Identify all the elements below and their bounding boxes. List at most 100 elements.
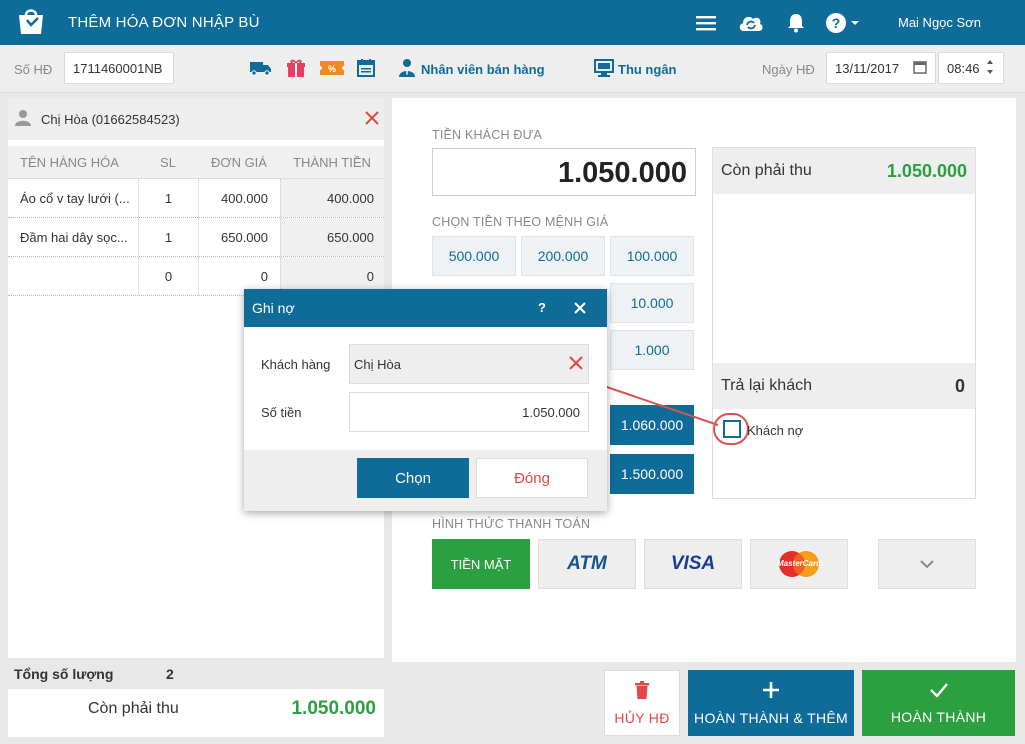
cart-remaining-box: Còn phải thu 1.050.000 — [8, 689, 384, 737]
bell-icon[interactable] — [783, 10, 809, 36]
plus-icon — [762, 681, 780, 702]
product-name — [20, 257, 138, 295]
payment-method-label: HÌNH THỨC THANH TOÁN — [432, 517, 591, 531]
payment-summary-box: Còn phải thu 1.050.000 Trả lại khách 0 K… — [712, 147, 976, 499]
trash-icon — [634, 680, 650, 702]
customer-bar: Chị Hòa (01662584523) — [8, 98, 384, 140]
denom-500000-button[interactable]: 500.000 — [432, 236, 516, 276]
gift-icon[interactable] — [285, 57, 307, 79]
debt-label[interactable]: Khách nợ — [747, 423, 803, 438]
product-name: Áo cổ v tay lưới (... — [20, 190, 130, 206]
remove-customer-icon[interactable] — [364, 110, 380, 129]
col-quantity[interactable]: SL — [138, 146, 198, 178]
dialog-amount-input[interactable]: 1.050.000 — [349, 392, 589, 432]
dialog-customer-field[interactable]: Chị Hòa — [349, 344, 589, 384]
total-quantity-bar: Tổng số lượng 2 — [8, 658, 384, 688]
invoice-toolbar: Số HĐ 1711460001NB % Nhân viên bán hàng … — [0, 45, 1025, 93]
dialog-amount-label: Số tiền — [261, 405, 302, 420]
table-row[interactable]: Áo cổ v tay lưới (... 1 400.000 400.000 — [8, 179, 384, 218]
invoice-time-input[interactable]: 08:46 — [938, 52, 1004, 84]
cart-remaining-label: Còn phải thu — [88, 700, 179, 717]
cancel-invoice-button[interactable]: HỦY HĐ — [604, 670, 680, 736]
invoice-number-input[interactable]: 1711460001NB — [64, 52, 174, 84]
change-label: Trả lại khách — [721, 377, 812, 394]
denom-200000-button[interactable]: 200.000 — [521, 236, 605, 276]
invoice-date-input[interactable]: 13/11/2017 — [826, 52, 936, 84]
page-title: THÊM HÓA ĐƠN NHẬP BÙ — [68, 14, 260, 31]
top-bar: THÊM HÓA ĐƠN NHẬP BÙ ? Mai Ngọc Sơn — [0, 0, 1025, 45]
more-payment-button[interactable] — [878, 539, 976, 589]
cashier-button[interactable]: Thu ngân — [618, 62, 677, 77]
remaining-value: 1.050.000 — [886, 161, 967, 181]
cash-given-input[interactable]: 1.050.000 — [432, 148, 696, 196]
quantity[interactable]: 1 — [138, 218, 198, 256]
col-product-name[interactable]: TÊN HÀNG HÓA — [20, 146, 138, 178]
table-row[interactable]: Đầm hai dây sọc... 1 650.000 650.000 — [8, 218, 384, 257]
voucher-icon[interactable]: % — [319, 57, 345, 79]
complete-button[interactable]: HOÀN THÀNH — [862, 670, 1015, 736]
staff-icon[interactable] — [396, 57, 418, 79]
quantity[interactable]: 1 — [138, 179, 198, 217]
remaining-label: Còn phải thu — [721, 162, 812, 179]
chevron-down-icon — [919, 557, 935, 572]
atm-payment-button[interactable]: ATM — [538, 539, 636, 589]
customer-name[interactable]: Chị Hòa (01662584523) — [41, 112, 180, 127]
date-picker-icon[interactable] — [913, 60, 927, 77]
invoice-date-label: Ngày HĐ — [762, 62, 815, 77]
cashier-icon[interactable] — [593, 57, 615, 79]
denom-1000-button[interactable]: 1.000 — [610, 330, 694, 370]
mastercard-payment-button[interactable]: MasterCard — [750, 539, 848, 589]
cash-given-label: TIỀN KHÁCH ĐƯA — [432, 128, 543, 142]
svg-text:%: % — [328, 64, 336, 74]
close-button[interactable]: Đóng — [476, 458, 588, 498]
shop-logo-icon[interactable] — [16, 8, 46, 36]
total-quantity-value: 2 — [166, 666, 174, 682]
col-line-total[interactable]: THÀNH TIỀN — [280, 146, 384, 178]
checkmark-icon — [929, 682, 949, 701]
cart-remaining-value: 1.050.000 — [291, 698, 376, 719]
complete-and-add-button[interactable]: HOÀN THÀNH & THÊM — [688, 670, 854, 736]
help-icon[interactable]: ? — [538, 300, 546, 315]
debt-dialog: Ghi nợ ? Khách hàng Chị Hòa Số tiền 1.05… — [244, 289, 607, 511]
sales-staff-button[interactable]: Nhân viên bán hàng — [421, 62, 545, 77]
delivery-truck-icon[interactable] — [250, 57, 272, 79]
atm-logo-icon: ATM — [567, 553, 607, 574]
clear-customer-icon[interactable] — [569, 356, 583, 373]
cancel-invoice-label: HỦY HĐ — [614, 709, 670, 726]
total-quantity-label: Tổng số lượng — [14, 666, 114, 682]
dialog-customer-value: Chị Hòa — [354, 357, 401, 372]
denom-100000-button[interactable]: 100.000 — [610, 236, 694, 276]
product-name: Đầm hai dây sọc... — [20, 229, 128, 245]
cart-grid-header: TÊN HÀNG HÓA SL ĐƠN GIÁ THÀNH TIỀN — [8, 146, 384, 179]
denom-1500000-button[interactable]: 1.500.000 — [610, 454, 694, 494]
change-row: Trả lại khách 0 — [713, 363, 975, 409]
help-icon[interactable]: ? — [824, 10, 862, 36]
cash-payment-button[interactable]: TIỀN MẶT — [432, 539, 530, 589]
close-icon[interactable] — [574, 302, 586, 317]
unit-price[interactable]: 650.000 — [198, 218, 280, 256]
choose-button[interactable]: Chọn — [357, 458, 469, 498]
line-total: 400.000 — [280, 179, 384, 217]
calendar-icon[interactable] — [355, 57, 377, 79]
denom-10000-button[interactable]: 10.000 — [610, 283, 694, 323]
debt-dialog-header: Ghi nợ ? — [244, 289, 607, 327]
quantity[interactable]: 0 — [138, 257, 198, 295]
person-icon — [14, 109, 32, 130]
cloud-sync-icon[interactable] — [738, 10, 764, 36]
mastercard-logo-icon: MasterCard — [775, 549, 823, 579]
col-unit-price[interactable]: ĐƠN GIÁ — [198, 146, 280, 178]
menu-icon[interactable] — [693, 10, 719, 36]
user-name[interactable]: Mai Ngọc Sơn — [898, 15, 981, 30]
unit-price[interactable]: 400.000 — [198, 179, 280, 217]
visa-payment-button[interactable]: VISA — [644, 539, 742, 589]
change-value: 0 — [954, 376, 965, 396]
time-stepper-icon[interactable] — [985, 57, 995, 80]
complete-label: HOÀN THÀNH — [890, 708, 987, 725]
complete-and-add-label: HOÀN THÀNH & THÊM — [694, 709, 848, 726]
invoice-date-value: 13/11/2017 — [835, 60, 900, 76]
svg-text:?: ? — [832, 15, 841, 31]
line-total: 650.000 — [280, 218, 384, 256]
denomination-label: CHỌN TIỀN THEO MỆNH GIÁ — [432, 215, 609, 229]
remaining-row: Còn phải thu 1.050.000 — [713, 148, 975, 194]
dialog-customer-label: Khách hàng — [261, 357, 331, 372]
